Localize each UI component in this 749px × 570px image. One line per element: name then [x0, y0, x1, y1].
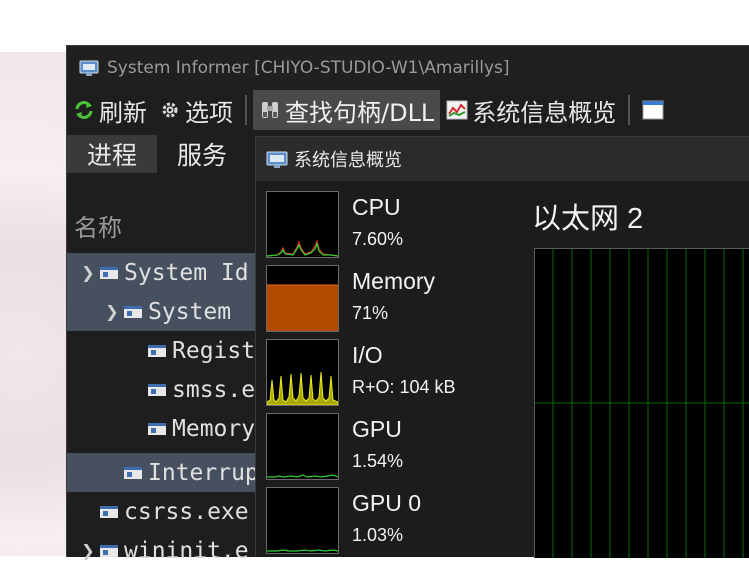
title-bar[interactable]: System Informer [CHIYO-STUDIO-W1\Amarill…	[67, 46, 749, 90]
table-row[interactable]: ❯ System	[67, 292, 257, 331]
process-name: System	[148, 298, 232, 325]
tab-label: 进程	[87, 141, 138, 170]
desktop-wallpaper	[0, 52, 66, 556]
sysinfo-window: 系统信息概览 CPU 7.60% Memory 71% I/O R+O: 104…	[255, 136, 749, 558]
table-row[interactable]: Memory	[67, 409, 257, 448]
sysinfo-button[interactable]: 系统信息概览	[440, 90, 622, 130]
process-name: csrss.exe	[124, 498, 249, 525]
metric-value: 1.54%	[352, 451, 404, 471]
process-name: Regist	[172, 337, 256, 364]
metric-value: 1.03%	[352, 525, 404, 545]
cpu-graph	[266, 191, 339, 258]
process-icon	[124, 466, 142, 479]
process-name: Interrup	[148, 459, 259, 486]
refresh-icon	[75, 101, 93, 119]
metric-value: R+O: 104 kB	[352, 377, 456, 397]
find-label: 查找句柄/DLL	[285, 98, 435, 127]
network-graph[interactable]	[534, 248, 749, 558]
toolbar-separator	[245, 95, 247, 125]
metric-value: 71%	[352, 303, 389, 323]
tab-processes[interactable]: 进程	[67, 135, 158, 173]
process-name: wininit.e	[124, 537, 249, 564]
table-row[interactable]: Regist	[67, 331, 257, 370]
process-name: Memory	[172, 415, 256, 442]
memory-graph	[266, 265, 339, 332]
table-row[interactable]: smss.e	[67, 370, 257, 409]
tab-label: 服务	[177, 141, 228, 170]
process-icon	[148, 344, 166, 357]
table-row[interactable]: ❯ System Id	[67, 253, 257, 292]
find-handles-button[interactable]: 查找句柄/DLL	[253, 90, 441, 130]
sysinfo-title-bar[interactable]: 系统信息概览	[256, 137, 749, 181]
chevron-down-icon[interactable]: ❯	[103, 302, 121, 321]
metric-cpu[interactable]: CPU 7.60%	[266, 191, 517, 258]
table-row[interactable]: csrss.exe	[67, 492, 257, 531]
gpu0-graph	[266, 487, 339, 554]
table-row[interactable]: Interrup	[67, 453, 259, 492]
metric-memory[interactable]: Memory 71%	[266, 265, 517, 332]
chevron-down-icon[interactable]: ❯	[79, 541, 97, 560]
app-icon	[79, 60, 99, 76]
network-title: 以太网 2	[532, 203, 644, 235]
table-row[interactable]: ❯ wininit.e	[67, 531, 257, 570]
metric-label: Memory	[352, 268, 436, 294]
gpu-graph	[266, 413, 339, 480]
sysinfo-label: 系统信息概览	[472, 98, 617, 127]
metric-label: CPU	[352, 194, 401, 220]
metric-label: GPU 0	[352, 490, 422, 516]
io-graph	[266, 339, 339, 406]
metric-gpu-0[interactable]: GPU 0 1.03%	[266, 487, 517, 554]
metric-value: 7.60%	[352, 229, 404, 249]
process-icon	[100, 544, 118, 557]
toolbar: 刷新 选项 查找句柄/DLL 系统信息概览	[67, 90, 749, 130]
metric-label: I/O	[352, 342, 383, 368]
window-icon	[642, 100, 664, 120]
app-icon	[266, 151, 288, 168]
process-icon	[100, 266, 118, 279]
options-label: 选项	[185, 98, 233, 127]
tab-services[interactable]: 服务	[157, 135, 247, 173]
window-button[interactable]	[636, 90, 674, 130]
options-button[interactable]: 选项	[153, 90, 239, 130]
process-icon	[148, 383, 166, 396]
metric-io[interactable]: I/O R+O: 104 kB	[266, 339, 517, 406]
tab-bar: 进程 服务	[67, 134, 247, 174]
refresh-label: 刷新	[99, 98, 147, 127]
gear-icon	[162, 102, 178, 118]
chart-icon	[446, 100, 468, 120]
toolbar-separator	[628, 95, 631, 125]
window-title: System Informer [CHIYO-STUDIO-W1\Amarill…	[107, 58, 510, 78]
sysinfo-title: 系统信息概览	[294, 150, 402, 171]
process-name: System Id	[124, 259, 249, 286]
metric-gpu[interactable]: GPU 1.54%	[266, 413, 517, 480]
process-icon	[148, 422, 166, 435]
process-icon	[124, 305, 142, 318]
binoculars-icon	[262, 102, 278, 118]
process-name: smss.e	[172, 376, 256, 403]
metric-label: GPU	[352, 416, 402, 442]
process-icon	[100, 505, 118, 518]
refresh-button[interactable]: 刷新	[67, 90, 153, 130]
chevron-down-icon[interactable]: ❯	[79, 263, 97, 282]
name-column-header[interactable]: 名称	[74, 208, 122, 243]
